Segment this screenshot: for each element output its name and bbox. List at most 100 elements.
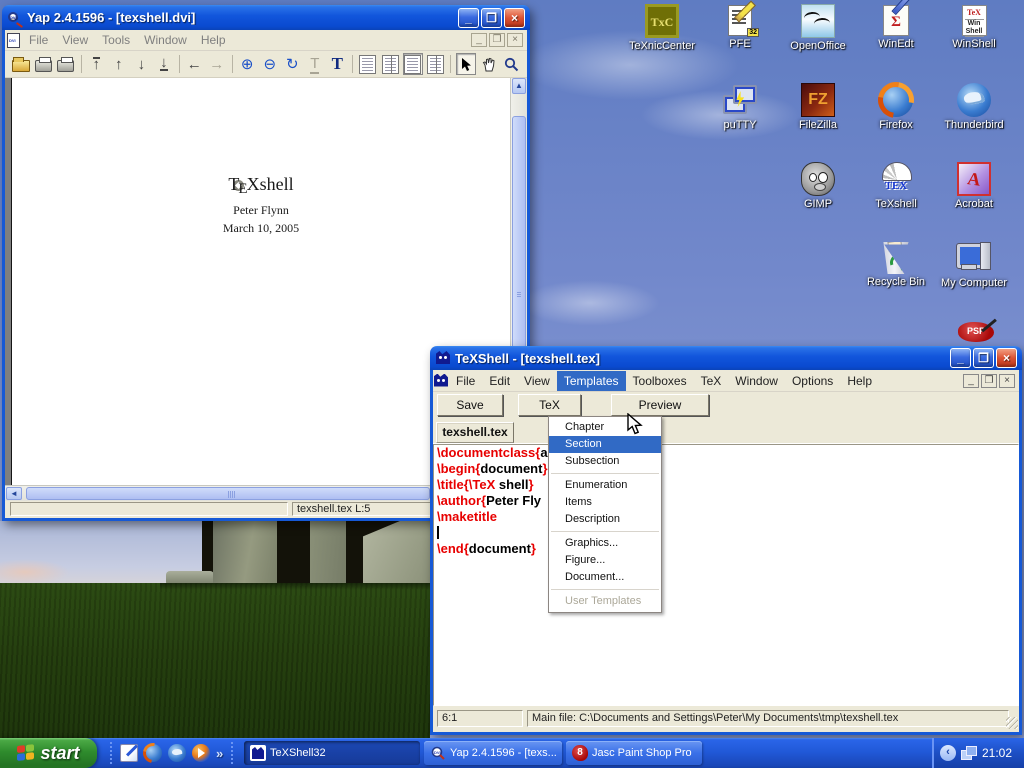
yap-maximize-button[interactable]: ❐ xyxy=(481,8,502,28)
scroll-up-button[interactable]: ▲ xyxy=(512,78,526,94)
save-button[interactable]: Save xyxy=(437,394,503,416)
yap-menu-window[interactable]: Window xyxy=(137,30,194,50)
back-button[interactable]: ← xyxy=(185,53,205,75)
prev-page-button[interactable]: ↑ xyxy=(109,53,129,75)
texshell-menu-window[interactable]: Window xyxy=(728,371,785,391)
texshell-menu-edit[interactable]: Edit xyxy=(482,371,517,391)
ruler-tool-button[interactable]: T xyxy=(305,53,325,75)
texshell-menu-toolboxes[interactable]: Toolboxes xyxy=(626,371,694,391)
texshell-titlebar[interactable]: TeXShell - [texshell.tex] _ ❐ × xyxy=(430,346,1022,370)
preview-button[interactable]: Preview xyxy=(611,394,709,416)
forward-button[interactable]: → xyxy=(207,53,227,75)
yap-menu-view[interactable]: View xyxy=(55,30,95,50)
thunderbird-icon[interactable] xyxy=(168,744,186,762)
yap-window-title: Yap 2.4.1596 - [texshell.dvi] xyxy=(27,10,458,25)
print-setup-button[interactable] xyxy=(56,53,76,75)
texshell-minimize-button[interactable]: _ xyxy=(950,348,971,368)
texshell-menu-help[interactable]: Help xyxy=(840,371,879,391)
open-file-button[interactable] xyxy=(11,53,31,75)
desktop-icon-winedt[interactable]: ΣWinEdt xyxy=(858,4,934,50)
menu-item-items[interactable]: Items xyxy=(549,494,661,511)
print-button[interactable] xyxy=(34,53,54,75)
task-button-yap[interactable]: DVIYap 2.4.1596 - [texs... xyxy=(424,741,562,765)
texshell-menu-options[interactable]: Options xyxy=(785,371,840,391)
desktop-icon-recyclebin[interactable]: Recycle Bin xyxy=(858,241,934,288)
tray-chevron-icon[interactable]: ‹ xyxy=(940,745,956,761)
pan-tool-button[interactable] xyxy=(479,53,499,75)
texshell-menu-tex[interactable]: TeX xyxy=(694,371,729,391)
yap-titlebar[interactable]: DVI Yap 2.4.1596 - [texshell.dvi] _ ❐ × xyxy=(2,5,530,30)
desktop-icon-putty[interactable]: puTTY xyxy=(702,83,778,131)
magnifier-tool-button[interactable] xyxy=(502,53,522,75)
zoom-in-button[interactable]: ⊕ xyxy=(237,53,257,75)
yap-mdi-restore-button[interactable]: ❐ xyxy=(489,33,505,47)
tex-button[interactable]: TeX xyxy=(518,394,581,416)
yap-menu-tools[interactable]: Tools xyxy=(95,30,137,50)
yap-menu-file[interactable]: File xyxy=(22,30,55,50)
menu-item-description[interactable]: Description xyxy=(549,511,661,528)
texshell-menubar: FileEditViewTemplatesToolboxesTeXWindowO… xyxy=(433,370,1019,392)
printer-icon xyxy=(35,60,52,72)
media-player-icon[interactable] xyxy=(192,744,210,762)
menu-item-document[interactable]: Document... xyxy=(549,569,661,586)
texshell-icon: TEX xyxy=(879,162,913,196)
texshell-mdi-minimize-button[interactable]: _ xyxy=(963,374,979,388)
menu-item-graphics[interactable]: Graphics... xyxy=(549,535,661,552)
desktop-icon-pfe[interactable]: 32PFE xyxy=(702,4,778,50)
desktop-icon-thunderbird[interactable]: Thunderbird xyxy=(936,83,1012,131)
desktop-icon-gimp[interactable]: GIMP xyxy=(780,162,856,210)
texshell-mdi-close-button[interactable]: × xyxy=(999,374,1015,388)
desktop-icon-label: puTTY xyxy=(702,119,778,131)
texshell-mdi-restore-button[interactable]: ❐ xyxy=(981,374,997,388)
texshell-menu-templates[interactable]: Templates xyxy=(557,371,626,391)
firefox-icon[interactable] xyxy=(144,744,162,762)
text-tool-button[interactable]: T xyxy=(328,53,348,75)
view-two-page-button[interactable] xyxy=(381,53,401,75)
start-button[interactable]: start xyxy=(0,738,97,768)
texshell-menu-view[interactable]: View xyxy=(517,371,557,391)
next-page-button[interactable]: ↓ xyxy=(132,53,152,75)
desktop-icon-winshell[interactable]: TeXWin ShellWinShell xyxy=(936,4,1012,50)
yap-mdi-minimize-button[interactable]: _ xyxy=(471,33,487,47)
view-continuous-button[interactable] xyxy=(403,53,423,75)
tab-texshell-tex[interactable]: texshell.tex xyxy=(436,422,514,443)
task-button-psp[interactable]: 8Jasc Paint Shop Pro xyxy=(566,741,702,765)
resize-grip[interactable] xyxy=(1006,717,1018,729)
desktop-icon-acrobat[interactable]: AAcrobat xyxy=(936,162,1012,210)
desktop-icon-filezilla[interactable]: FZFileZilla xyxy=(780,83,856,131)
quick-launch-overflow-chevron[interactable]: » xyxy=(216,746,223,761)
first-page-button[interactable]: ↑ xyxy=(86,53,106,75)
menu-item-enumeration[interactable]: Enumeration xyxy=(549,477,661,494)
select-tool-button[interactable] xyxy=(456,53,476,75)
last-page-button[interactable]: ↓ xyxy=(154,53,174,75)
dvi-document-icon: DVI xyxy=(7,33,20,48)
desktop-icon-mycomputer[interactable]: My Computer xyxy=(936,241,1012,289)
task-button-texshell[interactable]: TeXShell32 xyxy=(244,741,420,765)
view-single-page-button[interactable] xyxy=(358,53,378,75)
menu-item-subsection[interactable]: Subsection xyxy=(549,453,661,470)
yap-minimize-button[interactable]: _ xyxy=(458,8,479,28)
yap-app-icon: DVI xyxy=(7,10,23,26)
horizontal-scroll-thumb[interactable] xyxy=(26,487,430,500)
desktop-icon-texshell[interactable]: TEXTeXshell xyxy=(858,162,934,210)
network-tray-icon[interactable] xyxy=(961,746,977,760)
view-continuous-facing-button[interactable] xyxy=(426,53,446,75)
desktop-icon-texniccenter[interactable]: TxCTeXnicCenter xyxy=(624,4,700,52)
texshell-close-button[interactable]: × xyxy=(996,348,1017,368)
zoom-out-button[interactable]: ⊖ xyxy=(260,53,280,75)
yap-close-button[interactable]: × xyxy=(504,8,525,28)
texshell-window-title: TeXShell - [texshell.tex] xyxy=(455,351,950,366)
scroll-left-button[interactable]: ◄ xyxy=(6,487,22,500)
menu-item-figure[interactable]: Figure... xyxy=(549,552,661,569)
desktop-icon-openoffice[interactable]: OpenOffice xyxy=(780,4,856,52)
texshell-menu-file[interactable]: File xyxy=(449,371,482,391)
forward-arrow-icon: → xyxy=(209,56,224,73)
yap-mdi-close-button[interactable]: × xyxy=(507,33,523,47)
desktop-icon-label: Acrobat xyxy=(936,198,1012,210)
texshell-editor[interactable]: \documentclass{a\begin{document}\title{\… xyxy=(433,444,1019,706)
refresh-button[interactable]: ↻ xyxy=(283,53,303,75)
desktop-icon-firefox[interactable]: Firefox xyxy=(858,83,934,131)
texshell-maximize-button[interactable]: ❐ xyxy=(973,348,994,368)
show-desktop-icon[interactable] xyxy=(120,744,138,762)
yap-menu-help[interactable]: Help xyxy=(194,30,233,50)
